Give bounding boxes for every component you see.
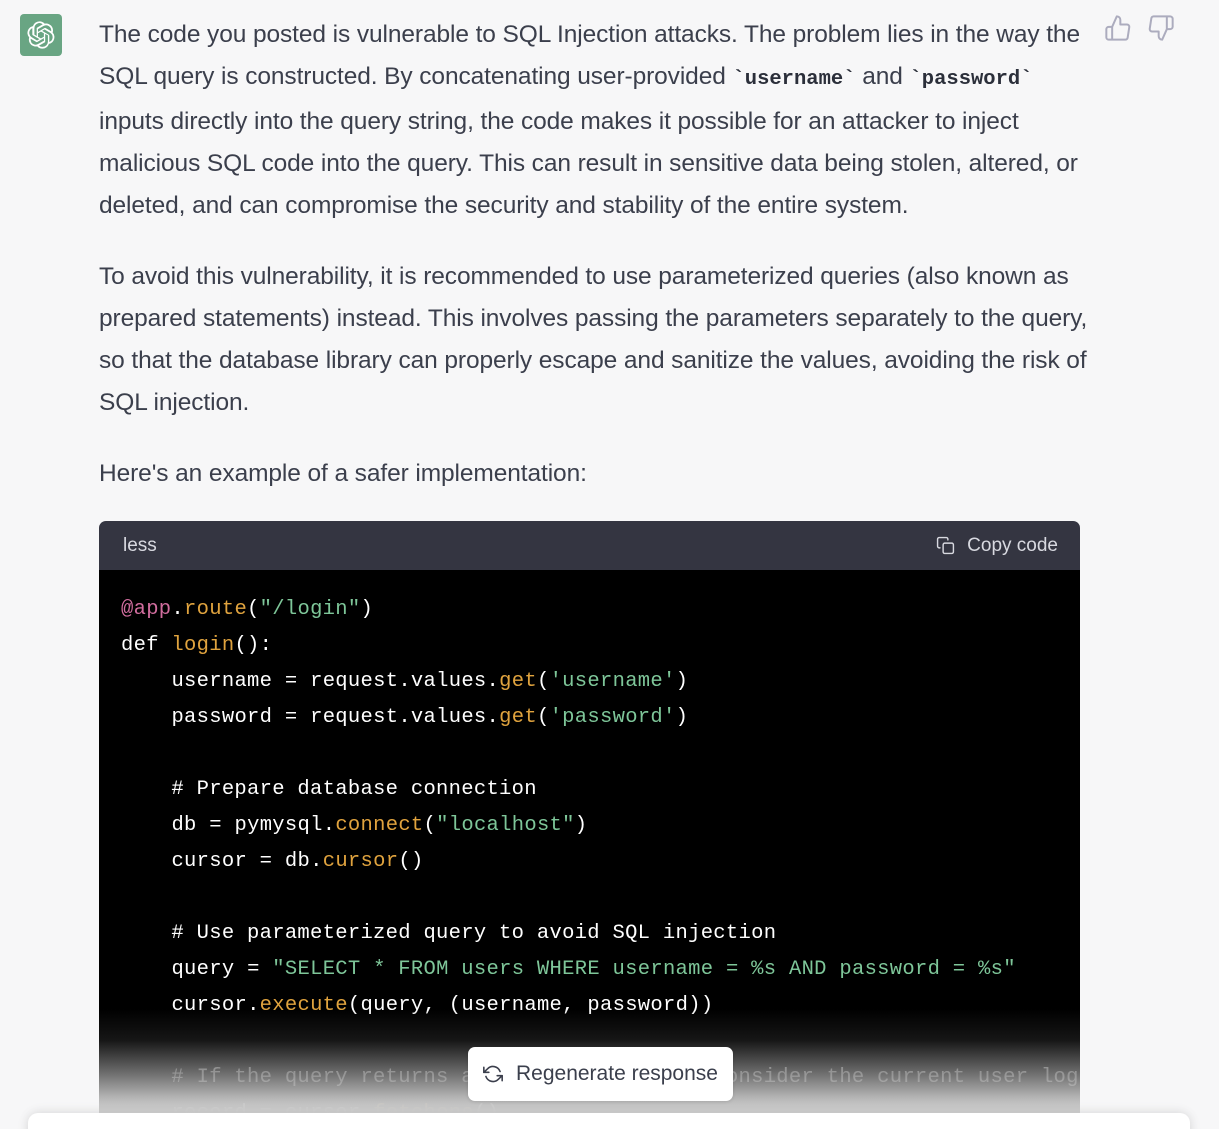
- code-block: less Copy code @app.route("/login") def …: [99, 521, 1080, 1113]
- paragraph-1: The code you posted is vulnerable to SQL…: [99, 0, 1089, 227]
- clipboard-icon: [936, 535, 955, 556]
- assistant-message-row: The code you posted is vulnerable to SQL…: [0, 0, 1219, 1113]
- assistant-avatar: [20, 14, 62, 56]
- thumbs-down-icon[interactable]: [1147, 14, 1175, 42]
- regenerate-response-button[interactable]: Regenerate response: [468, 1047, 733, 1101]
- paragraph-3: Here's an example of a safer implementat…: [99, 460, 587, 487]
- composer-input[interactable]: [28, 1113, 1190, 1129]
- refresh-icon: [483, 1064, 503, 1084]
- paragraph-1-seg-2: and: [855, 63, 910, 90]
- thumbs-up-icon[interactable]: [1104, 14, 1132, 42]
- code-content: @app.route("/login") def login(): userna…: [121, 598, 1080, 1113]
- paragraph-1-seg-4: inputs directly into the query string, t…: [99, 108, 1078, 219]
- paragraph-2: To avoid this vulnerability, it is recom…: [99, 263, 1088, 416]
- thumbs-up-button[interactable]: [1104, 14, 1132, 42]
- inline-code-username: `username`: [732, 68, 856, 91]
- inline-code-password: `password`: [909, 68, 1033, 91]
- copy-code-label: Copy code: [967, 534, 1058, 556]
- copy-code-button[interactable]: Copy code: [936, 535, 1058, 557]
- feedback-actions: [1104, 14, 1175, 42]
- code-language-label: less: [123, 534, 157, 556]
- code-block-header: less Copy code: [99, 521, 1080, 570]
- assistant-message-body: The code you posted is vulnerable to SQL…: [99, 0, 1089, 523]
- openai-logo-icon: [27, 21, 55, 49]
- thumbs-down-button[interactable]: [1147, 14, 1175, 42]
- composer-box[interactable]: [28, 1113, 1190, 1129]
- regenerate-response-label: Regenerate response: [516, 1062, 718, 1085]
- code-block-body[interactable]: @app.route("/login") def login(): userna…: [99, 570, 1080, 1113]
